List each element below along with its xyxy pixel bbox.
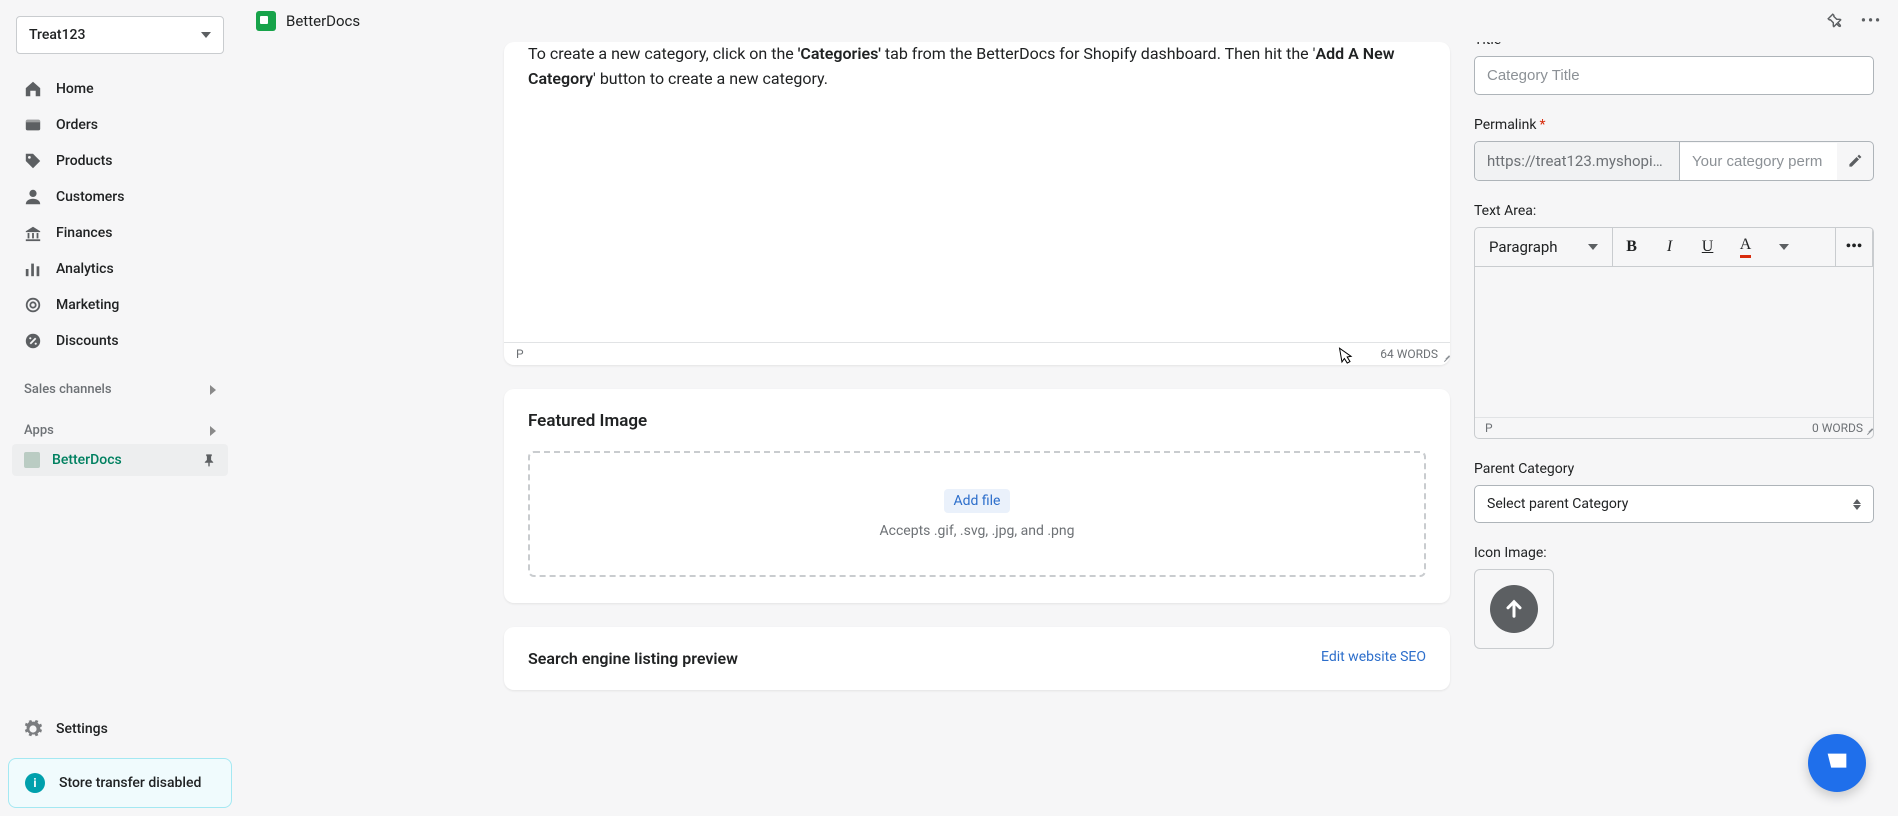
upload-icon: [1490, 585, 1538, 633]
rte-textarea[interactable]: [1475, 267, 1873, 417]
underline-button[interactable]: U: [1689, 228, 1727, 266]
sidebar: Treat123 Home Orders Products Customers: [0, 0, 240, 816]
permalink-prefix: https://treat123.myshopify....: [1475, 142, 1680, 180]
sidebar-app-betterdocs[interactable]: BetterDocs: [12, 444, 228, 476]
section-sales-channels[interactable]: Sales channels: [8, 372, 232, 401]
select-arrows-icon: [1853, 499, 1861, 510]
chevron-down-icon: [1588, 244, 1598, 250]
more-icon[interactable]: •••: [1861, 13, 1882, 29]
nav-label: Orders: [56, 117, 98, 133]
icon-upload[interactable]: [1474, 569, 1554, 649]
permalink-label: Permalink*: [1474, 117, 1874, 133]
store-name: Treat123: [29, 27, 85, 43]
sidebar-item-finances[interactable]: Finances: [12, 216, 228, 250]
home-icon: [24, 80, 42, 98]
bold-button[interactable]: B: [1613, 228, 1651, 266]
editor-path: P: [516, 347, 524, 361]
store-selector[interactable]: Treat123: [16, 16, 224, 54]
editor-body[interactable]: To create a new category, click on the '…: [504, 42, 1450, 342]
section-apps[interactable]: Apps: [8, 413, 232, 442]
rte-wordcount: 0 WORDS: [1812, 421, 1863, 435]
nav-label: Home: [56, 81, 94, 97]
chevron-down-icon: [201, 32, 211, 38]
chat-fab[interactable]: [1808, 734, 1866, 792]
icon-image-label: Icon Image:: [1474, 545, 1874, 561]
sidebar-item-customers[interactable]: Customers: [12, 180, 228, 214]
rich-text-editor: Paragraph B I U A ••• P 0 WORDS: [1474, 227, 1874, 439]
permalink-field: https://treat123.myshopify....: [1474, 141, 1874, 181]
textarea-label: Text Area:: [1474, 203, 1874, 219]
chevron-right-icon: [210, 385, 216, 395]
editor-text: To create a new category, click on the '…: [528, 42, 1426, 92]
sidebar-item-analytics[interactable]: Analytics: [12, 252, 228, 286]
form-panel: Title* Permalink* https://treat123.mysho…: [1474, 42, 1874, 792]
text-color-button[interactable]: A: [1727, 228, 1765, 266]
discounts-icon: [24, 332, 42, 350]
info-icon: i: [25, 773, 45, 793]
nav-list: Home Orders Products Customers Finances …: [8, 70, 232, 360]
editor-status-bar: P 64 WORDS: [504, 342, 1450, 365]
resize-handle-icon[interactable]: [1438, 353, 1448, 363]
parent-category-label: Parent Category: [1474, 461, 1874, 477]
seo-card: Search engine listing preview Edit websi…: [504, 627, 1450, 690]
sidebar-item-home[interactable]: Home: [12, 72, 228, 106]
tag-icon: [24, 152, 42, 170]
nav-label: Products: [56, 153, 113, 169]
rte-path: P: [1485, 421, 1493, 435]
page-header: BetterDocs •••: [240, 0, 1898, 42]
more-button[interactable]: •••: [1835, 228, 1873, 266]
nav-label: Analytics: [56, 261, 114, 277]
sidebar-item-orders[interactable]: Orders: [12, 108, 228, 142]
rte-status-bar: P 0 WORDS: [1475, 417, 1873, 438]
parent-category-select[interactable]: Select parent Category: [1474, 485, 1874, 523]
select-value: Select parent Category: [1487, 496, 1628, 512]
rte-block-select[interactable]: Paragraph: [1475, 228, 1613, 266]
pin-icon[interactable]: [1824, 10, 1847, 33]
app-label: BetterDocs: [52, 452, 122, 468]
sidebar-item-discounts[interactable]: Discounts: [12, 324, 228, 358]
nav-label: Customers: [56, 189, 124, 205]
nav-label: Discounts: [56, 333, 119, 349]
resize-handle-icon[interactable]: [1861, 426, 1871, 436]
italic-button[interactable]: I: [1651, 228, 1689, 266]
chevron-right-icon: [210, 426, 216, 436]
permalink-input[interactable]: [1680, 143, 1837, 180]
settings-label: Settings: [56, 721, 108, 737]
analytics-icon: [24, 260, 42, 278]
featured-title: Featured Image: [528, 411, 1426, 431]
banner-text: Store transfer disabled: [59, 775, 201, 791]
title-input[interactable]: [1474, 56, 1874, 95]
accepts-text: Accepts .gif, .svg, .jpg, and .png: [566, 523, 1388, 539]
section-label: Sales channels: [24, 382, 112, 397]
app-icon: [24, 452, 40, 468]
app-title: BetterDocs: [286, 12, 360, 30]
edit-seo-link[interactable]: Edit website SEO: [1321, 649, 1426, 665]
nav-label: Marketing: [56, 297, 119, 313]
sidebar-item-marketing[interactable]: Marketing: [12, 288, 228, 322]
pin-icon[interactable]: [202, 453, 216, 467]
title-label: Title*: [1474, 42, 1874, 48]
section-label: Apps: [24, 423, 54, 438]
finances-icon: [24, 224, 42, 242]
color-dropdown[interactable]: [1765, 228, 1803, 266]
store-transfer-banner[interactable]: i Store transfer disabled: [8, 758, 232, 808]
editor-wordcount: 64 WORDS: [1380, 347, 1438, 361]
rte-toolbar: Paragraph B I U A •••: [1475, 228, 1873, 267]
editor-card: To create a new category, click on the '…: [504, 42, 1450, 365]
orders-icon: [24, 116, 42, 134]
nav-label: Finances: [56, 225, 112, 241]
add-file-button[interactable]: Add file: [944, 489, 1011, 513]
customers-icon: [24, 188, 42, 206]
seo-title: Search engine listing preview: [528, 649, 738, 668]
gear-icon: [24, 720, 42, 738]
sidebar-item-settings[interactable]: Settings: [8, 710, 232, 748]
marketing-icon: [24, 296, 42, 314]
featured-image-card: Featured Image Add file Accepts .gif, .s…: [504, 389, 1450, 603]
sidebar-item-products[interactable]: Products: [12, 144, 228, 178]
featured-dropzone[interactable]: Add file Accepts .gif, .svg, .jpg, and .…: [528, 451, 1426, 577]
edit-icon[interactable]: [1837, 153, 1873, 169]
app-icon: [256, 11, 276, 31]
